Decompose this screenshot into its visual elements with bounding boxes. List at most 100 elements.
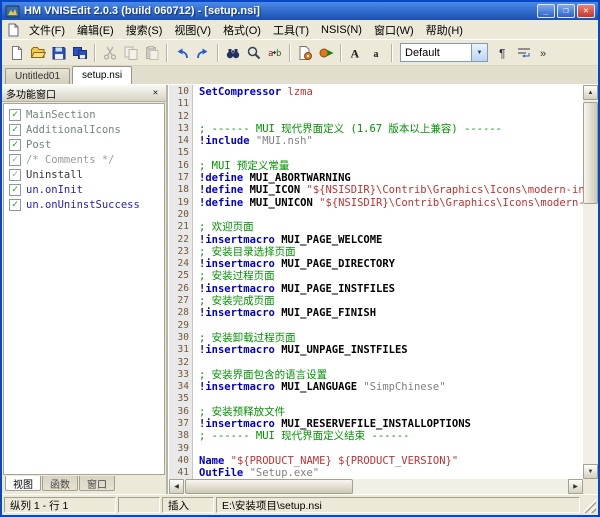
code-editor[interactable]: 10SetCompressor lzma111213; ------ MUI 现… — [168, 85, 598, 494]
editor-line[interactable]: 20 — [169, 209, 583, 221]
tree-item-comments[interactable]: ✓/* Comments */ — [4, 152, 164, 167]
horizontal-scrollbar[interactable]: ◀ ▶ — [169, 479, 583, 494]
editor-line[interactable]: 41OutFile "Setup.exe" — [169, 467, 583, 479]
editor-line[interactable]: 25; 安装过程页面 — [169, 270, 583, 282]
compile-icon[interactable] — [294, 42, 315, 63]
scroll-up-icon[interactable]: ▲ — [583, 85, 598, 100]
editor-line[interactable]: 19!define MUI_UNICON "${NSISDIR}\Contrib… — [169, 197, 583, 209]
doc-tab-untitled01[interactable]: Untitled01 — [5, 68, 70, 84]
find-next-icon[interactable] — [243, 42, 264, 63]
replace-icon[interactable]: ab — [264, 42, 285, 63]
scrollbar-corner — [583, 479, 598, 494]
word-wrap-icon[interactable] — [513, 42, 534, 63]
editor-line[interactable]: 14!include "MUI.nsh" — [169, 135, 583, 147]
menu-format[interactable]: 格式(O) — [217, 19, 267, 41]
redo-icon[interactable] — [192, 42, 213, 63]
editor-code-area[interactable]: 10SetCompressor lzma111213; ------ MUI 现… — [169, 85, 583, 479]
syntax-select-combo[interactable]: Default▼ — [400, 43, 488, 62]
menu-search[interactable]: 搜索(S) — [120, 19, 169, 41]
sidebar-tab-view[interactable]: 视图 — [5, 476, 41, 491]
svg-text:»: » — [540, 48, 546, 60]
menu-tools[interactable]: 工具(T) — [267, 19, 315, 41]
editor-line[interactable]: 39 — [169, 443, 583, 455]
sidebar-tab-function[interactable]: 函数 — [42, 476, 78, 491]
save-all-icon[interactable] — [69, 42, 90, 63]
special-chars-icon[interactable]: ¶ — [492, 42, 513, 63]
script-outline-tree[interactable]: ✓MainSection✓AdditionalIcons✓Post✓/* Com… — [3, 103, 165, 475]
vertical-scrollbar[interactable]: ▲ ▼ — [583, 85, 598, 479]
editor-line[interactable]: 28!insertmacro MUI_PAGE_FINISH — [169, 307, 583, 319]
editor-line[interactable]: 30; 安装卸载过程页面 — [169, 332, 583, 344]
chevron-more-icon[interactable]: » — [534, 42, 555, 63]
editor-line[interactable]: 22!insertmacro MUI_PAGE_WELCOME — [169, 234, 583, 246]
editor-line[interactable]: 38; ------ MUI 现代界面定义结束 ------ — [169, 430, 583, 442]
menu-help[interactable]: 帮助(H) — [420, 19, 469, 41]
editor-line[interactable]: 21; 欢迎页面 — [169, 221, 583, 233]
chevron-down-icon[interactable]: ▼ — [471, 44, 487, 61]
menu-view[interactable]: 视图(V) — [168, 19, 217, 41]
compile-run-icon[interactable] — [315, 42, 336, 63]
editor-line[interactable]: 40Name "${PRODUCT_NAME} ${PRODUCT_VERSIO… — [169, 455, 583, 467]
editor-line[interactable]: 32 — [169, 357, 583, 369]
font-decrease-icon[interactable]: a — [366, 42, 387, 63]
checkbox-icon[interactable]: ✓ — [9, 169, 21, 181]
close-button[interactable]: ✕ — [577, 4, 595, 18]
open-file-icon[interactable] — [27, 42, 48, 63]
editor-line[interactable]: 33; 安装界面包含的语言设置 — [169, 369, 583, 381]
vertical-scroll-thumb[interactable] — [583, 102, 598, 204]
editor-line[interactable]: 35 — [169, 393, 583, 405]
editor-line[interactable]: 15 — [169, 147, 583, 159]
font-increase-icon[interactable]: A — [345, 42, 366, 63]
menu-nsis[interactable]: NSIS(N) — [315, 21, 368, 39]
editor-line[interactable]: 13; ------ MUI 现代界面定义 (1.67 版本以上兼容) ----… — [169, 123, 583, 135]
mdi-child-icon[interactable] — [5, 22, 21, 38]
line-code — [193, 443, 583, 455]
checkbox-icon[interactable]: ✓ — [9, 139, 21, 151]
editor-line[interactable]: 24!insertmacro MUI_PAGE_DIRECTORY — [169, 258, 583, 270]
resize-grip[interactable] — [582, 499, 596, 513]
editor-line[interactable]: 11 — [169, 98, 583, 110]
tree-item-additional-icons[interactable]: ✓AdditionalIcons — [4, 122, 164, 137]
menu-window[interactable]: 窗口(W) — [368, 19, 420, 41]
tree-item-main-section[interactable]: ✓MainSection — [4, 107, 164, 122]
sidebar-close-icon[interactable]: ✕ — [149, 87, 162, 100]
tree-item-post[interactable]: ✓Post — [4, 137, 164, 152]
checkbox-icon[interactable]: ✓ — [9, 199, 21, 211]
scroll-down-icon[interactable]: ▼ — [583, 464, 598, 479]
doc-tab-setup-nsi[interactable]: setup.nsi — [72, 66, 132, 84]
scroll-right-icon[interactable]: ▶ — [568, 479, 583, 494]
save-file-icon[interactable] — [48, 42, 69, 63]
menu-file[interactable]: 文件(F) — [23, 19, 71, 41]
editor-line[interactable]: 18!define MUI_ICON "${NSISDIR}\Contrib\G… — [169, 184, 583, 196]
find-icon[interactable] — [222, 42, 243, 63]
editor-line[interactable]: 12 — [169, 111, 583, 123]
editor-line[interactable]: 37!insertmacro MUI_RESERVEFILE_INSTALLOP… — [169, 418, 583, 430]
minimize-button[interactable]: _ — [537, 4, 555, 18]
tree-item-un-onuninstsuccess[interactable]: ✓un.onUninstSuccess — [4, 197, 164, 212]
editor-line[interactable]: 26!insertmacro MUI_PAGE_INSTFILES — [169, 283, 583, 295]
scroll-left-icon[interactable]: ◀ — [169, 479, 184, 494]
tree-item-uninstall[interactable]: ✓Uninstall — [4, 167, 164, 182]
status-insert-mode: 插入 — [162, 497, 214, 513]
checkbox-icon[interactable]: ✓ — [9, 154, 21, 166]
sidebar-tab-window[interactable]: 窗口 — [79, 476, 115, 491]
undo-icon[interactable] — [171, 42, 192, 63]
editor-line[interactable]: 17!define MUI_ABORTWARNING — [169, 172, 583, 184]
editor-line[interactable]: 31!insertmacro MUI_UNPAGE_INSTFILES — [169, 344, 583, 356]
horizontal-scroll-thumb[interactable] — [185, 479, 353, 494]
maximize-button[interactable]: ❐ — [557, 4, 575, 18]
editor-line[interactable]: 29 — [169, 320, 583, 332]
editor-line[interactable]: 16; MUI 预定义常量 — [169, 160, 583, 172]
checkbox-icon[interactable]: ✓ — [9, 124, 21, 136]
editor-line[interactable]: 34!insertmacro MUI_LANGUAGE "SimpChinese… — [169, 381, 583, 393]
new-file-icon[interactable] — [6, 42, 27, 63]
editor-line[interactable]: 27; 安装完成页面 — [169, 295, 583, 307]
menu-edit[interactable]: 编辑(E) — [71, 19, 120, 41]
tree-item-un-oninit[interactable]: ✓un.onInit — [4, 182, 164, 197]
editor-line[interactable]: 23; 安装目录选择页面 — [169, 246, 583, 258]
checkbox-icon[interactable]: ✓ — [9, 109, 21, 121]
checkbox-icon[interactable]: ✓ — [9, 184, 21, 196]
editor-line[interactable]: 10SetCompressor lzma — [169, 86, 583, 98]
editor-line[interactable]: 36; 安装预释放文件 — [169, 406, 583, 418]
window-title: HM VNISEdit 2.0.3 (build 060712) - [setu… — [24, 5, 537, 17]
